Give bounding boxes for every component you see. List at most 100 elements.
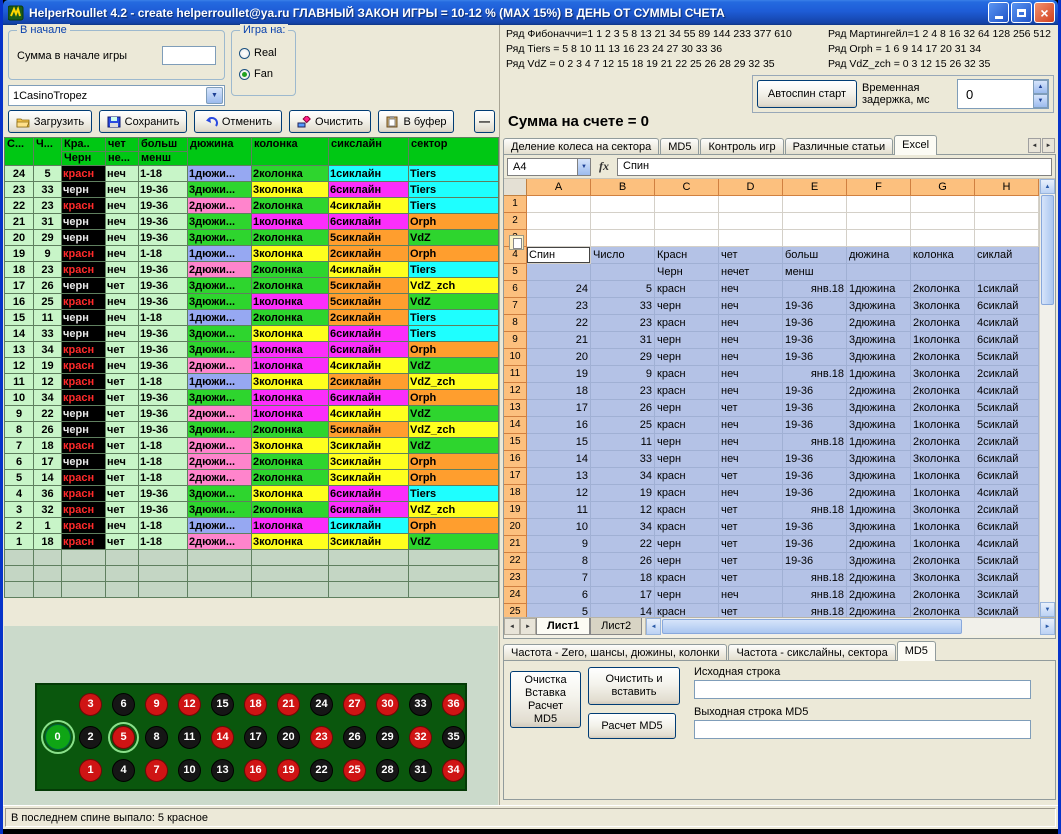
scroll-up-icon[interactable]: ▲ [1040,179,1055,194]
excel-cell-F19[interactable]: 1дюжина [847,502,911,519]
tab-md5[interactable]: MD5 [897,641,936,661]
excel-cell-F8[interactable]: 2дюжина [847,315,911,332]
tab-freq-sixlines[interactable]: Частота - сикслайны, сектора [728,644,895,661]
excel-cell-F24[interactable]: 2дюжина [847,587,911,604]
excel-cell-A21[interactable]: 9 [527,536,591,553]
excel-cell-D11[interactable]: неч [719,366,783,383]
excel-cell-B7[interactable]: 33 [591,298,655,315]
excel-cell-D20[interactable]: чет [719,519,783,536]
excel-cell-G10[interactable]: 2колонка [911,349,975,366]
excel-cell-C22[interactable]: черн [655,553,719,570]
excel-cell-B19[interactable]: 12 [591,502,655,519]
excel-cell-H8[interactable]: 4сиклай [975,315,1039,332]
excel-row-20[interactable]: 20 [504,519,527,536]
cell-name-box[interactable]: A4 ▼ [507,158,591,176]
excel-cell-D7[interactable]: неч [719,298,783,315]
excel-cell-G16[interactable]: 3колонка [911,451,975,468]
excel-cell-F21[interactable]: 2дюжина [847,536,911,553]
excel-cell-G1[interactable] [911,196,975,213]
excel-cell-E19[interactable]: янв.18 [783,502,847,519]
excel-cell-E16[interactable]: 19-36 [783,451,847,468]
excel-cell-D12[interactable]: неч [719,383,783,400]
board-number-18[interactable]: 18 [244,693,267,716]
excel-cell-E1[interactable] [783,196,847,213]
excel-col-G[interactable]: G [911,179,975,196]
excel-cell-H15[interactable]: 2сиклай [975,434,1039,451]
excel-cell-F20[interactable]: 3дюжина [847,519,911,536]
board-number-26[interactable]: 26 [343,726,366,749]
excel-cell-A10[interactable]: 20 [527,349,591,366]
autospin-start-button[interactable]: Автоспин старт [757,80,857,108]
excel-cell-F12[interactable]: 2дюжина [847,383,911,400]
excel-cell-G20[interactable]: 1колонка [911,519,975,536]
excel-cell-D6[interactable]: неч [719,281,783,298]
excel-cell-E5[interactable]: менш [783,264,847,281]
excel-row-18[interactable]: 18 [504,485,527,502]
board-number-4[interactable]: 4 [112,759,135,782]
excel-cell-E7[interactable]: 19-36 [783,298,847,315]
close-button[interactable]: × [1034,2,1055,23]
excel-row-16[interactable]: 16 [504,451,527,468]
md5-clear-insert-button[interactable]: Очистить и вставить [588,667,680,705]
excel-row-6[interactable]: 6 [504,281,527,298]
tab-excel[interactable]: Excel [894,135,937,155]
md5-source-input[interactable] [694,680,1031,699]
radio-fan[interactable]: Fan [239,68,273,80]
board-number-7[interactable]: 7 [145,759,168,782]
start-sum-input[interactable] [162,46,216,65]
excel-cell-C15[interactable]: черн [655,434,719,451]
excel-cell-C19[interactable]: красн [655,502,719,519]
tab-scroll-left-icon[interactable]: ◄ [1028,138,1041,153]
board-number-35[interactable]: 35 [442,726,465,749]
excel-col-A[interactable]: A [527,179,591,196]
excel-cell-C12[interactable]: красн [655,383,719,400]
excel-cell-A9[interactable]: 21 [527,332,591,349]
excel-cell-E8[interactable]: 19-36 [783,315,847,332]
excel-cell-G21[interactable]: 1колонка [911,536,975,553]
board-number-17[interactable]: 17 [244,726,267,749]
excel-cell-B4[interactable]: Число [591,247,655,264]
excel-cell-E12[interactable]: 19-36 [783,383,847,400]
excel-cell-G2[interactable] [911,213,975,230]
excel-cell-B20[interactable]: 34 [591,519,655,536]
excel-cell-D15[interactable]: неч [719,434,783,451]
sheet-next-icon[interactable]: ► [520,618,536,635]
excel-row-2[interactable]: 2 [504,213,527,230]
copy-to-clipboard-button[interactable]: В буфер [378,110,454,133]
fx-icon[interactable]: fx [594,159,614,174]
maximize-button[interactable] [1011,2,1032,23]
excel-cell-F18[interactable]: 2дюжина [847,485,911,502]
excel-cell-G23[interactable]: 3колонка [911,570,975,587]
board-number-10[interactable]: 10 [178,759,201,782]
excel-row-25[interactable]: 25 [504,604,527,617]
board-number-27[interactable]: 27 [343,693,366,716]
excel-cell-F6[interactable]: 1дюжина [847,281,911,298]
excel-cell-G25[interactable]: 2колонка [911,604,975,617]
tab-freq-zero[interactable]: Частота - Zero, шансы, дюжины, колонки [503,644,727,661]
board-number-16[interactable]: 16 [244,759,267,782]
excel-col-D[interactable]: D [719,179,783,196]
board-number-15[interactable]: 15 [211,693,234,716]
excel-cell-C16[interactable]: черн [655,451,719,468]
excel-row-14[interactable]: 14 [504,417,527,434]
excel-cell-B2[interactable] [591,213,655,230]
tab-articles[interactable]: Различные статьи [785,138,894,155]
excel-cell-C1[interactable] [655,196,719,213]
excel-cell-D4[interactable]: чет [719,247,783,264]
excel-cell-F10[interactable]: 3дюжина [847,349,911,366]
excel-cell-F3[interactable] [847,230,911,247]
board-number-24[interactable]: 24 [310,693,333,716]
excel-cell-F4[interactable]: дюжина [847,247,911,264]
excel-cell-D13[interactable]: чет [719,400,783,417]
excel-cell-A25[interactable]: 5 [527,604,591,617]
board-number-8[interactable]: 8 [145,726,168,749]
excel-cell-F13[interactable]: 3дюжина [847,400,911,417]
excel-cell-A14[interactable]: 16 [527,417,591,434]
excel-cell-B13[interactable]: 26 [591,400,655,417]
excel-cell-A3[interactable] [527,230,591,247]
excel-cell-E4[interactable]: больш [783,247,847,264]
excel-select-all[interactable] [504,179,527,196]
excel-cell-B23[interactable]: 18 [591,570,655,587]
excel-row-19[interactable]: 19 [504,502,527,519]
excel-cell-F17[interactable]: 3дюжина [847,468,911,485]
